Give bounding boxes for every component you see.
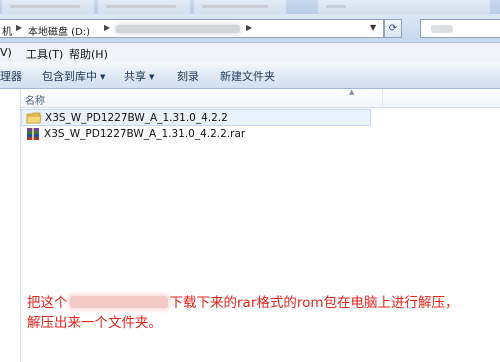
title-strip xyxy=(0,0,500,14)
caption-line-2: 解压出来一个文件夹。 xyxy=(27,315,162,331)
breadcrumb-computer[interactable]: 机 xyxy=(2,23,12,38)
column-header-row: 名称 ▲ xyxy=(21,88,500,108)
breadcrumb-drive[interactable]: 本地磁盘 (D:) xyxy=(28,23,90,38)
address-input[interactable]: 机 ▶ 本地磁盘 (D:) ▶ ▶ ▼ xyxy=(0,19,384,38)
new-folder-button[interactable]: 新建文件夹 xyxy=(220,68,275,84)
file-name: X3S_W_PD1227BW_A_1.31.0_4.2.2 xyxy=(45,111,228,124)
breadcrumb-separator-icon[interactable]: ▶ xyxy=(104,23,110,32)
address-bar: 机 ▶ 本地磁盘 (D:) ▶ ▶ ▼ ⟳ xyxy=(0,14,500,43)
blurred-breadcrumb xyxy=(116,25,240,33)
share-label: 共享 xyxy=(124,70,146,83)
instruction-caption: 把这个 下载下来的rar格式的rom包在电脑上进行解压， 解压出来一个文件夹。 xyxy=(27,293,497,333)
redacted-text xyxy=(69,296,168,308)
breadcrumb-separator-icon[interactable]: ▶ xyxy=(246,23,252,32)
sort-ascending-icon: ▲ xyxy=(349,88,355,96)
organize-button[interactable]: 理器 xyxy=(0,68,22,84)
include-in-library-label: 包含到库中 xyxy=(42,70,97,83)
blurred-tab xyxy=(98,0,190,14)
chevron-down-icon: ▼ xyxy=(100,73,106,81)
navigation-pane[interactable] xyxy=(0,89,21,362)
folder-icon xyxy=(26,111,42,125)
caption-line-1: 把这个 下载下来的rar格式的rom包在电脑上进行解压， xyxy=(27,293,497,313)
file-row-archive[interactable]: X3S_W_PD1227BW_A_1.31.0_4.2.2.rar xyxy=(21,125,371,142)
organize-label: 理器 xyxy=(0,70,22,83)
command-toolbar: 理器 包含到库中 ▼ 共享 ▼ 刻录 新建文件夹 xyxy=(0,62,500,89)
menu-view[interactable]: V) xyxy=(0,46,12,59)
blurred-tab xyxy=(194,0,286,14)
refresh-button[interactable]: ⟳ xyxy=(384,19,402,38)
search-input[interactable] xyxy=(420,19,500,38)
new-folder-label: 新建文件夹 xyxy=(220,70,275,83)
breadcrumb-separator-icon[interactable]: ▶ xyxy=(16,23,22,32)
blurred-tab xyxy=(2,0,94,14)
caption-text-start: 把这个 xyxy=(27,295,68,311)
file-name: X3S_W_PD1227BW_A_1.31.0_4.2.2.rar xyxy=(44,127,246,140)
burn-label: 刻录 xyxy=(177,70,199,83)
burn-button[interactable]: 刻录 xyxy=(177,68,199,84)
caption-text-end: 下载下来的rar格式的rom包在电脑上进行解压， xyxy=(169,295,459,311)
column-divider[interactable] xyxy=(382,89,383,107)
address-dropdown-icon[interactable]: ▼ xyxy=(370,23,376,32)
file-row-folder[interactable]: X3S_W_PD1227BW_A_1.31.0_4.2.2 xyxy=(21,109,371,126)
column-header-name[interactable]: 名称 xyxy=(25,92,45,107)
refresh-icon: ⟳ xyxy=(388,23,398,34)
share-button[interactable]: 共享 ▼ xyxy=(124,68,154,84)
blurred-search-text xyxy=(431,25,453,33)
include-in-library-button[interactable]: 包含到库中 ▼ xyxy=(42,68,105,84)
rar-archive-icon xyxy=(25,127,41,141)
chevron-down-icon: ▼ xyxy=(149,73,155,81)
menu-tools[interactable]: 工具(T) xyxy=(26,46,63,62)
menu-bar: V) 工具(T) 帮助(H) xyxy=(0,43,500,63)
blurred-tab xyxy=(318,0,490,14)
menu-help[interactable]: 帮助(H) xyxy=(69,46,108,62)
